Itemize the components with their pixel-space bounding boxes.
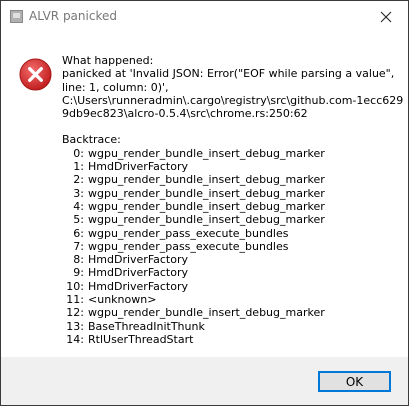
error-message: What happened: panicked at 'Invalid JSON… xyxy=(62,54,404,346)
ok-button[interactable]: OK xyxy=(318,371,391,392)
backtrace-frame: 13: BaseThreadInitThunk xyxy=(62,320,398,333)
frame-index: 4: xyxy=(73,199,84,213)
close-button[interactable] xyxy=(364,1,408,32)
frame-name: wgpu_render_pass_execute_bundles xyxy=(88,226,289,240)
backtrace-frame: 10: HmdDriverFactory xyxy=(62,280,398,293)
frame-index: 2: xyxy=(73,173,84,187)
backtrace-frame: 9: HmdDriverFactory xyxy=(62,266,398,279)
dialog-content: What happened: panicked at 'Invalid JSON… xyxy=(1,32,408,357)
frame-index: 6: xyxy=(73,226,84,240)
backtrace-frame: 4: wgpu_render_bundle_insert_debug_marker xyxy=(62,200,398,213)
message-line: What happened: xyxy=(62,54,154,67)
frame-index: 8: xyxy=(73,253,84,267)
frame-name: wgpu_render_bundle_insert_debug_marker xyxy=(88,306,325,320)
message-line: panicked at 'Invalid JSON: Error("EOF wh… xyxy=(62,67,395,81)
frame-name: BaseThreadInitThunk xyxy=(88,319,205,333)
backtrace-frame: 1: HmdDriverFactory xyxy=(62,160,398,173)
app-icon xyxy=(10,10,23,23)
frame-name: wgpu_render_bundle_insert_debug_marker xyxy=(88,199,325,213)
message-line: 9db9ec823\alcro-0.5.4\src\chrome.rs:250:… xyxy=(62,107,308,121)
backtrace-frame: 8: HmdDriverFactory xyxy=(62,253,398,266)
frame-index: 3: xyxy=(73,186,84,200)
frame-index: 11: xyxy=(66,293,84,307)
backtrace-frame: 6: wgpu_render_pass_execute_bundles xyxy=(62,227,398,240)
close-icon xyxy=(380,11,392,22)
backtrace-frame: 7: wgpu_render_pass_execute_bundles xyxy=(62,240,398,253)
frame-index: 1: xyxy=(73,160,84,174)
backtrace-list: 0: wgpu_render_bundle_insert_debug_marker… xyxy=(62,147,398,346)
dialog-window: ALVR panicked What happened: panicked at… xyxy=(0,0,409,406)
frame-index: 5: xyxy=(73,213,84,227)
backtrace-frame: 0: wgpu_render_bundle_insert_debug_marker xyxy=(62,147,398,160)
backtrace-frame: 5: wgpu_render_bundle_insert_debug_marker xyxy=(62,213,398,226)
backtrace-frame: 11: <unknown> xyxy=(62,293,398,306)
frame-index: 9: xyxy=(73,266,84,280)
frame-name: HmdDriverFactory xyxy=(88,160,188,174)
frame-index: 0: xyxy=(73,146,84,160)
frame-name: wgpu_render_bundle_insert_debug_marker xyxy=(88,146,325,160)
frame-name: wgpu_render_pass_execute_bundles xyxy=(88,239,289,253)
window-title: ALVR panicked xyxy=(29,9,117,23)
frame-index: 10: xyxy=(66,279,84,293)
frame-name: HmdDriverFactory xyxy=(88,279,188,293)
error-icon xyxy=(19,58,52,91)
frame-index: 14: xyxy=(66,332,84,346)
backtrace-frame: 12: wgpu_render_bundle_insert_debug_marke… xyxy=(62,306,398,319)
backtrace-frame: 2: wgpu_render_bundle_insert_debug_marker xyxy=(62,173,398,186)
frame-name: wgpu_render_bundle_insert_debug_marker xyxy=(88,213,325,227)
button-bar: OK xyxy=(1,357,408,405)
frame-name: wgpu_render_bundle_insert_debug_marker xyxy=(88,186,325,200)
frame-name: wgpu_render_bundle_insert_debug_marker xyxy=(88,173,325,187)
frame-name: RtlUserThreadStart xyxy=(88,332,194,346)
backtrace-heading: Backtrace: xyxy=(62,133,121,147)
backtrace-frame: 3: wgpu_render_bundle_insert_debug_marker xyxy=(62,187,398,200)
frame-index: 7: xyxy=(73,239,84,253)
frame-index: 13: xyxy=(66,319,84,333)
title-bar[interactable]: ALVR panicked xyxy=(1,1,408,32)
frame-name: HmdDriverFactory xyxy=(88,253,188,267)
backtrace-frame: 14: RtlUserThreadStart xyxy=(62,333,398,346)
frame-index: 12: xyxy=(66,306,84,320)
frame-name: HmdDriverFactory xyxy=(88,266,188,280)
message-line: C:\Users\runneradmin\.cargo\registry\src… xyxy=(62,93,404,107)
message-line: line: 1, column: 0)', xyxy=(62,80,169,94)
frame-name: <unknown> xyxy=(88,293,157,307)
